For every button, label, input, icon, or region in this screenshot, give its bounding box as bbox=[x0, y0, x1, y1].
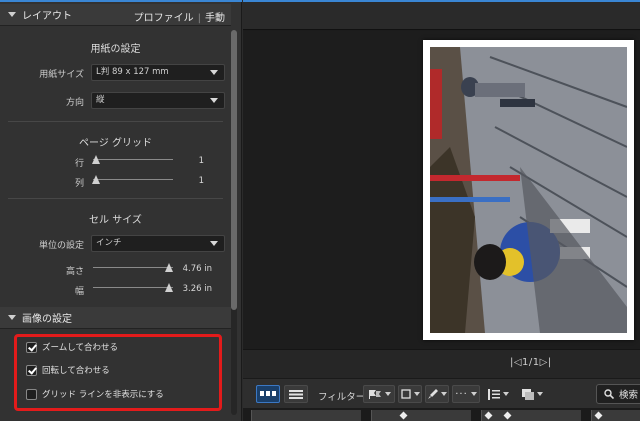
layout-section-header[interactable]: レイアウト プロファイル | 手動 bbox=[0, 4, 231, 26]
thumbnail-marker-icon bbox=[503, 411, 512, 420]
manual-link[interactable]: 手動 bbox=[205, 13, 225, 24]
slider-handle[interactable] bbox=[92, 175, 100, 184]
slider-track bbox=[93, 287, 173, 288]
height-slider[interactable] bbox=[93, 263, 173, 273]
chevron-down-icon bbox=[536, 392, 543, 396]
stack-view-dropdown[interactable] bbox=[519, 385, 545, 403]
thumbnail-cell[interactable] bbox=[371, 410, 471, 421]
page-grid-title: ページ グリッド bbox=[79, 138, 152, 149]
header-accent-bar bbox=[243, 0, 640, 2]
flag-filter-dropdown[interactable] bbox=[363, 385, 395, 403]
slider-handle[interactable] bbox=[165, 263, 173, 272]
photo-image bbox=[430, 47, 627, 333]
sort-lines-icon bbox=[487, 388, 500, 400]
highlight-annotation-box bbox=[14, 334, 222, 411]
columns-slider[interactable] bbox=[92, 175, 173, 185]
preview-area: |◁1/1▷| フィルター: ··· 検索 bbox=[243, 0, 640, 421]
width-value: 3.26 in bbox=[182, 284, 212, 294]
thumbnail-marker-icon bbox=[484, 411, 493, 420]
layout-mode-links: プロファイル | 手動 bbox=[134, 9, 225, 24]
rows-label: 行 bbox=[74, 159, 84, 169]
slider-handle[interactable] bbox=[92, 155, 100, 164]
more-dots-icon: ··· bbox=[455, 388, 468, 400]
chevron-down-icon bbox=[210, 98, 218, 103]
thumbnail-cell[interactable] bbox=[481, 410, 581, 421]
stack-icon bbox=[521, 388, 534, 400]
brush-icon bbox=[427, 389, 438, 399]
search-icon bbox=[604, 389, 614, 399]
panel-scrollbar[interactable] bbox=[231, 30, 237, 415]
orientation-select[interactable]: 縦 bbox=[91, 92, 225, 109]
page-navigation-bar: |◁1/1▷| bbox=[243, 349, 640, 378]
layout-section-title: レイアウト bbox=[22, 11, 72, 22]
width-slider[interactable] bbox=[93, 283, 173, 293]
slider-handle[interactable] bbox=[165, 283, 173, 292]
orientation-value: 縦 bbox=[96, 95, 105, 105]
thumbnail-cell[interactable] bbox=[251, 410, 361, 421]
thumbnail-strip bbox=[243, 408, 640, 421]
thumbnail-cell[interactable] bbox=[591, 410, 640, 421]
grid-view-icon bbox=[260, 391, 276, 396]
slider-track bbox=[93, 267, 173, 268]
paper-size-select[interactable]: L判 89 x 127 mm bbox=[91, 64, 225, 81]
bottom-toolbar: フィルター: ··· 検索 bbox=[243, 378, 640, 408]
chevron-down-icon bbox=[413, 392, 420, 396]
height-label: 高さ bbox=[65, 267, 84, 277]
color-label-filter-dropdown[interactable] bbox=[398, 385, 422, 403]
rows-value: 1 bbox=[198, 156, 204, 166]
slider-track bbox=[93, 159, 173, 160]
columns-label: 列 bbox=[74, 179, 84, 189]
grid-view-button[interactable] bbox=[256, 385, 280, 403]
slider-track bbox=[93, 179, 173, 180]
section-divider bbox=[8, 198, 223, 199]
columns-value: 1 bbox=[198, 176, 204, 186]
chevron-down-icon bbox=[502, 392, 509, 396]
chevron-down-icon bbox=[210, 70, 218, 75]
cell-size-title: セル サイズ bbox=[89, 215, 142, 226]
unit-label: 単位の設定 bbox=[38, 241, 84, 251]
search-button[interactable]: 検索 bbox=[596, 384, 640, 404]
paper-sheet bbox=[423, 40, 634, 340]
layout-panel: レイアウト プロファイル | 手動 用紙の設定 用紙サイズ L判 89 x 127 … bbox=[0, 0, 242, 421]
collapse-triangle-icon[interactable] bbox=[8, 12, 16, 17]
square-label-icon bbox=[400, 389, 411, 399]
unit-value: インチ bbox=[96, 238, 122, 248]
rows-slider[interactable] bbox=[92, 155, 173, 165]
orientation-label: 方向 bbox=[65, 98, 84, 108]
width-label: 幅 bbox=[74, 287, 84, 297]
preview-header bbox=[243, 0, 640, 30]
page-navigator[interactable]: |◁1/1▷| bbox=[510, 357, 552, 368]
list-view-button[interactable] bbox=[284, 385, 308, 403]
paper-size-value: L判 89 x 127 mm bbox=[96, 67, 169, 77]
height-value: 4.76 in bbox=[182, 264, 212, 274]
chevron-down-icon bbox=[440, 392, 447, 396]
thumbnail-marker-icon bbox=[399, 411, 408, 420]
profile-link[interactable]: プロファイル bbox=[134, 13, 194, 24]
chevron-down-icon bbox=[470, 392, 477, 396]
link-separator: | bbox=[197, 13, 201, 24]
print-preview bbox=[243, 31, 640, 349]
unit-select[interactable]: インチ bbox=[91, 235, 225, 252]
filter-label: フィルター: bbox=[318, 392, 369, 403]
photo-illustration bbox=[430, 47, 627, 333]
sort-order-dropdown[interactable] bbox=[486, 385, 510, 403]
list-view-icon bbox=[289, 389, 303, 399]
thumbnail-marker-icon bbox=[594, 411, 603, 420]
flag-icon bbox=[368, 390, 381, 399]
more-filters-dropdown[interactable]: ··· bbox=[452, 385, 480, 403]
edit-filter-dropdown[interactable] bbox=[425, 385, 449, 403]
image-settings-title: 画像の設定 bbox=[22, 314, 72, 325]
search-label: 検索 bbox=[619, 390, 639, 401]
chevron-down-icon bbox=[384, 392, 391, 396]
scrollbar-thumb[interactable] bbox=[231, 30, 237, 310]
panel-accent-bar bbox=[0, 0, 242, 2]
paper-size-label: 用紙サイズ bbox=[39, 70, 84, 80]
paper-settings-title: 用紙の設定 bbox=[90, 44, 141, 55]
collapse-triangle-icon[interactable] bbox=[8, 315, 16, 320]
section-divider bbox=[8, 121, 223, 122]
chevron-down-icon bbox=[210, 241, 218, 246]
image-settings-header[interactable]: 画像の設定 bbox=[0, 307, 231, 329]
